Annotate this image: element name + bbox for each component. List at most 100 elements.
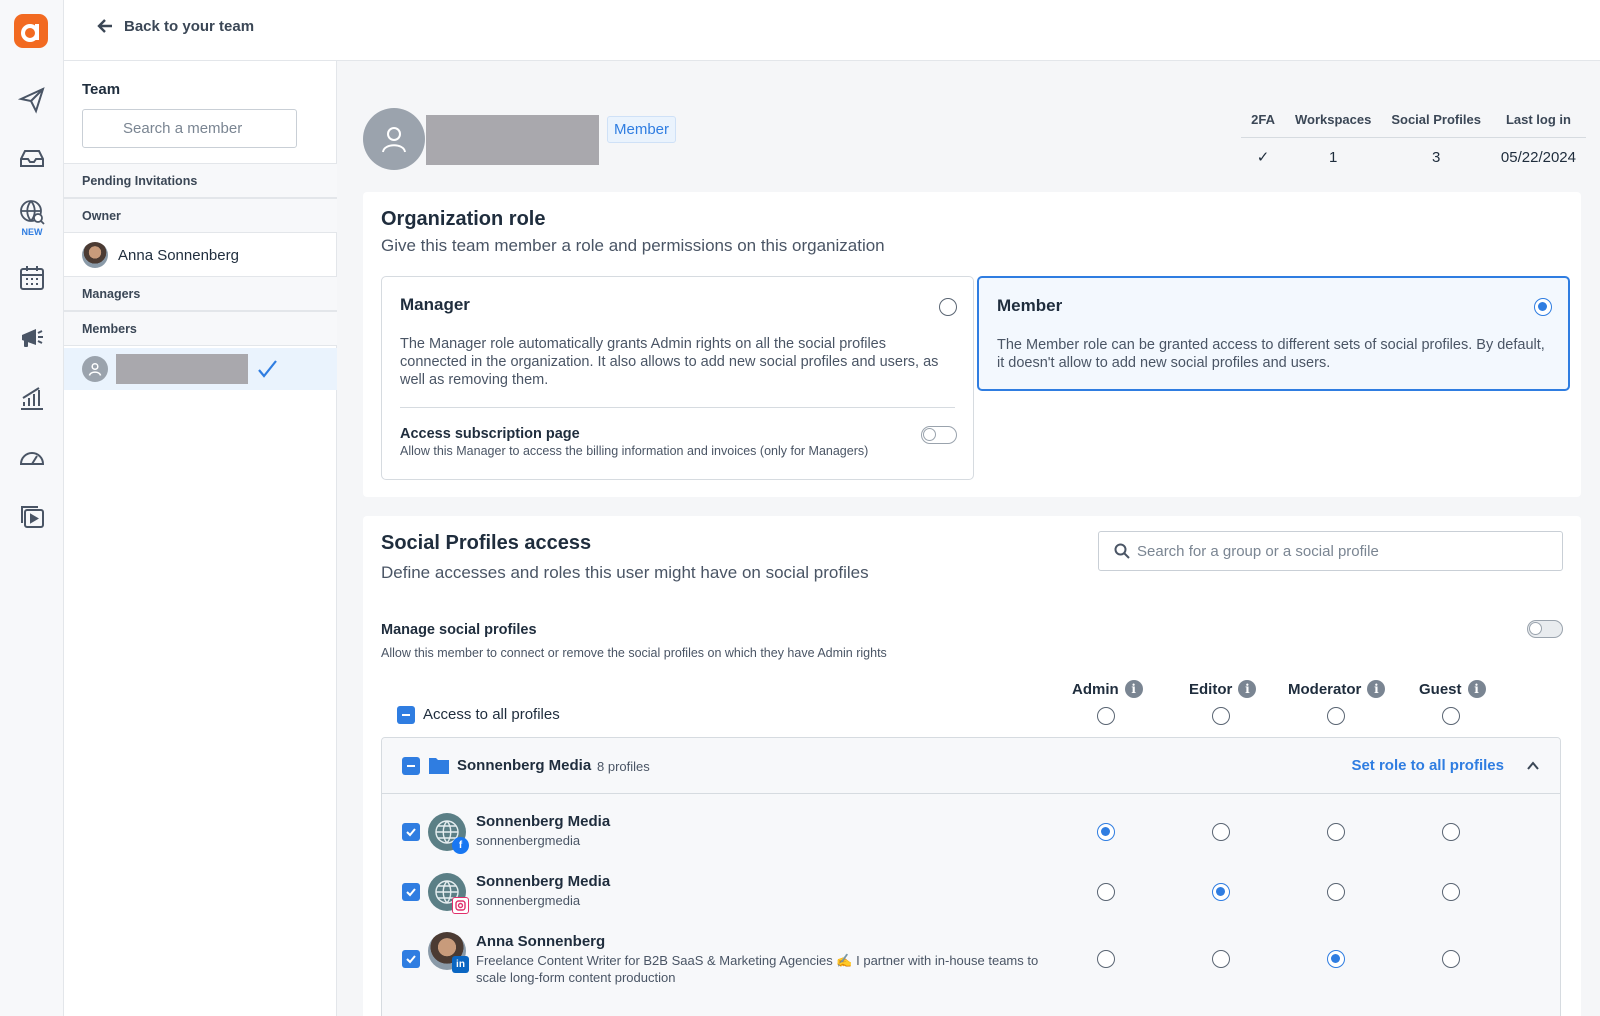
access-all-label: Access to all profiles <box>423 706 560 723</box>
profile-headline: Freelance Content Writer for B2B SaaS & … <box>476 953 1039 985</box>
manager-role-option[interactable]: Manager The Manager role automatically g… <box>381 276 974 480</box>
profile-editor-radio[interactable] <box>1212 823 1230 841</box>
all-guest-radio[interactable] <box>1442 707 1460 725</box>
calendar-icon[interactable] <box>16 262 48 294</box>
check-icon <box>406 888 416 897</box>
manager-radio[interactable] <box>939 298 957 316</box>
access-all-checkbox[interactable] <box>397 706 415 724</box>
stat-header-last-login: Last log in <box>1490 108 1586 138</box>
profile-group: Sonnenberg Media 8 profiles Set role to … <box>381 737 1561 1016</box>
org-role-subtitle: Give this team member a role and permiss… <box>381 236 885 255</box>
subscription-option-title: Access subscription page <box>400 426 580 442</box>
check-icon <box>406 955 416 964</box>
profile-admin-radio[interactable] <box>1097 883 1115 901</box>
manager-role-description: The Manager role automatically grants Ad… <box>400 336 939 388</box>
org-role-title: Organization role <box>381 208 546 230</box>
publish-icon[interactable] <box>16 84 48 116</box>
media-library-icon[interactable] <box>16 501 48 533</box>
nav-rail: NEW <box>0 0 64 1016</box>
chevron-up-icon[interactable] <box>1526 759 1540 773</box>
profile-editor-radio[interactable] <box>1212 883 1230 901</box>
section-members: Members <box>64 311 337 346</box>
user-icon <box>382 127 406 153</box>
all-editor-radio[interactable] <box>1212 707 1230 725</box>
group-checkbox[interactable] <box>402 757 420 775</box>
profile-avatar <box>428 873 469 914</box>
profile-handle: sonnenbergmedia <box>476 893 581 908</box>
profile-moderator-radio[interactable] <box>1327 823 1345 841</box>
manage-profiles-description: Allow this member to connect or remove t… <box>381 646 887 660</box>
user-icon <box>88 362 102 376</box>
member-big-avatar <box>363 108 425 170</box>
member-avatar <box>82 356 108 382</box>
member-role-option[interactable]: Member The Member role can be granted ac… <box>977 276 1570 391</box>
social-access-subtitle: Define accesses and roles this user migh… <box>381 563 869 582</box>
subscription-access-toggle[interactable] <box>921 426 957 444</box>
profile-guest-radio[interactable] <box>1442 823 1460 841</box>
facebook-icon: f <box>452 837 469 854</box>
role-header-editor: Editor i <box>1189 680 1257 698</box>
top-bar: Back to your team <box>64 0 1600 61</box>
owner-row[interactable]: Anna Sonnenberg <box>64 234 337 276</box>
profile-checkbox[interactable] <box>402 823 420 841</box>
profile-admin-radio[interactable] <box>1097 823 1115 841</box>
role-header-guest: Guest i <box>1419 680 1486 698</box>
info-icon[interactable]: i <box>1124 680 1143 698</box>
check-icon <box>406 828 416 837</box>
profile-moderator-radio[interactable] <box>1327 883 1345 901</box>
listening-icon[interactable] <box>16 196 48 228</box>
profile-checkbox[interactable] <box>402 950 420 968</box>
all-moderator-radio[interactable] <box>1327 707 1345 725</box>
back-to-team-link[interactable]: Back to your team <box>96 17 254 35</box>
section-managers: Managers <box>64 276 337 311</box>
member-radio[interactable] <box>1534 298 1552 316</box>
set-role-all-link[interactable]: Set role to all profiles <box>1351 757 1504 774</box>
role-badge: Member <box>607 116 677 143</box>
manage-profiles-toggle[interactable] <box>1527 620 1563 638</box>
info-icon[interactable]: i <box>1238 680 1257 698</box>
profile-editor-radio[interactable] <box>1212 950 1230 968</box>
member-search-input[interactable]: Search a member <box>82 109 297 148</box>
group-name: Sonnenberg Media <box>457 757 592 774</box>
ads-megaphone-icon[interactable] <box>16 322 48 354</box>
profile-avatar: in <box>428 932 469 973</box>
minus-icon <box>402 714 410 716</box>
profile-guest-radio[interactable] <box>1442 883 1460 901</box>
new-badge: NEW <box>21 227 43 237</box>
profile-admin-radio[interactable] <box>1097 950 1115 968</box>
folder-icon <box>429 758 449 774</box>
role-label-moderator: Moderator <box>1288 680 1362 698</box>
stat-header-social-profiles: Social Profiles <box>1381 108 1491 138</box>
analytics-icon[interactable] <box>16 382 48 414</box>
instagram-icon <box>452 897 469 914</box>
stat-2fa-value: ✓ <box>1256 149 1270 166</box>
search-icon <box>1114 543 1130 559</box>
dashboard-gauge-icon[interactable] <box>16 442 48 474</box>
profile-avatar: f <box>428 813 469 854</box>
checkmark-icon <box>258 360 277 378</box>
stat-social-profiles-value: 3 <box>1431 148 1441 166</box>
selected-member-row[interactable] <box>64 348 337 390</box>
info-icon[interactable]: i <box>1367 680 1386 698</box>
section-owner: Owner <box>64 198 337 233</box>
role-label-admin: Admin <box>1072 680 1119 698</box>
arrow-left-icon <box>97 19 112 33</box>
profile-checkbox[interactable] <box>402 883 420 901</box>
stat-last-login-value: 05/22/2024 <box>1500 148 1576 166</box>
group-header: Sonnenberg Media 8 profiles Set role to … <box>382 738 1560 794</box>
info-icon[interactable]: i <box>1467 680 1486 698</box>
profile-name: Anna Sonnenberg <box>476 933 606 950</box>
group-profile-search-input[interactable]: Search for a group or a social profile <box>1098 531 1563 571</box>
inbox-icon[interactable] <box>16 142 48 174</box>
profile-guest-radio[interactable] <box>1442 950 1460 968</box>
member-role-description: The Member role can be granted access to… <box>997 337 1545 371</box>
section-pending-invitations[interactable]: Pending Invitations <box>64 163 337 198</box>
profile-moderator-radio[interactable] <box>1327 950 1345 968</box>
all-admin-radio[interactable] <box>1097 707 1115 725</box>
owner-name: Anna Sonnenberg <box>118 246 239 264</box>
role-label-guest: Guest <box>1419 680 1462 698</box>
back-label: Back to your team <box>124 17 255 35</box>
linkedin-icon: in <box>452 956 469 973</box>
profile-handle: sonnenbergmedia <box>476 833 581 848</box>
app-logo[interactable] <box>14 14 48 48</box>
